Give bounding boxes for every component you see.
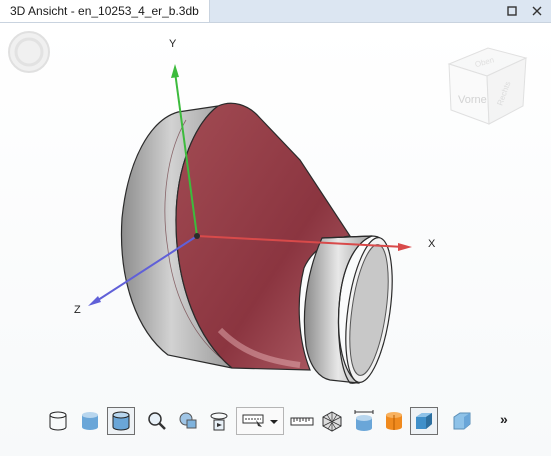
x-axis-label: X: [428, 238, 436, 250]
orientation-widget-icon[interactable]: [8, 31, 50, 73]
cylinder-shaded-icon: [82, 412, 98, 430]
cylinder-wireframe-icon: [49, 411, 67, 431]
shaded-box-button[interactable]: [410, 407, 438, 435]
3d-scene[interactable]: Vorne Rechts Oben Y X Z: [0, 23, 551, 456]
3d-viewport[interactable]: Vorne Rechts Oben Y X Z »: [0, 23, 551, 456]
more-tools-button[interactable]: »: [500, 411, 508, 427]
zoom-button[interactable]: [143, 407, 171, 435]
transparent-box-button[interactable]: [448, 407, 476, 435]
zoom-fit-icon: [179, 412, 197, 429]
dimension-icon: [354, 410, 374, 431]
section-icon: [386, 412, 402, 430]
measure-ruler-icon: [290, 417, 314, 426]
window-title: 3D Ansicht - en_10253_4_er_b.3db: [0, 0, 210, 22]
rotate-button[interactable]: [205, 407, 233, 435]
view-select-dropdown[interactable]: [236, 407, 284, 435]
shaded-button[interactable]: [76, 407, 104, 435]
reducer-small-end: [303, 235, 393, 384]
section-button[interactable]: [380, 407, 408, 435]
mesh-button[interactable]: [318, 407, 346, 435]
view-cube[interactable]: Vorne Rechts Oben: [447, 47, 528, 125]
rotate-icon: [210, 412, 228, 431]
close-icon: [532, 6, 542, 16]
mesh-icon: [322, 411, 342, 432]
measure-button[interactable]: [288, 407, 316, 435]
maximize-button[interactable]: [505, 4, 519, 18]
viewer-window: 3D Ansicht - en_10253_4_er_b.3db Vorne R…: [0, 0, 551, 456]
cylinder-shaded-edges-icon: [112, 411, 130, 431]
wireframe-button[interactable]: [44, 407, 72, 435]
shaded-edges-button[interactable]: [107, 407, 135, 435]
y-axis-label: Y: [169, 38, 177, 50]
transparent-box-icon: [453, 412, 471, 430]
view-select-icon: [242, 414, 278, 427]
z-axis-label: Z: [74, 304, 81, 316]
view-cube-front-label: Vorne: [458, 94, 487, 106]
zoom-icon: [148, 412, 166, 430]
title-bar: 3D Ansicht - en_10253_4_er_b.3db: [0, 0, 551, 23]
shaded-box-icon: [416, 413, 432, 429]
zoom-fit-button[interactable]: [174, 407, 202, 435]
close-button[interactable]: [530, 4, 544, 18]
maximize-icon: [507, 6, 517, 16]
dimension-button[interactable]: [350, 407, 378, 435]
view-toolbar: »: [0, 407, 551, 443]
